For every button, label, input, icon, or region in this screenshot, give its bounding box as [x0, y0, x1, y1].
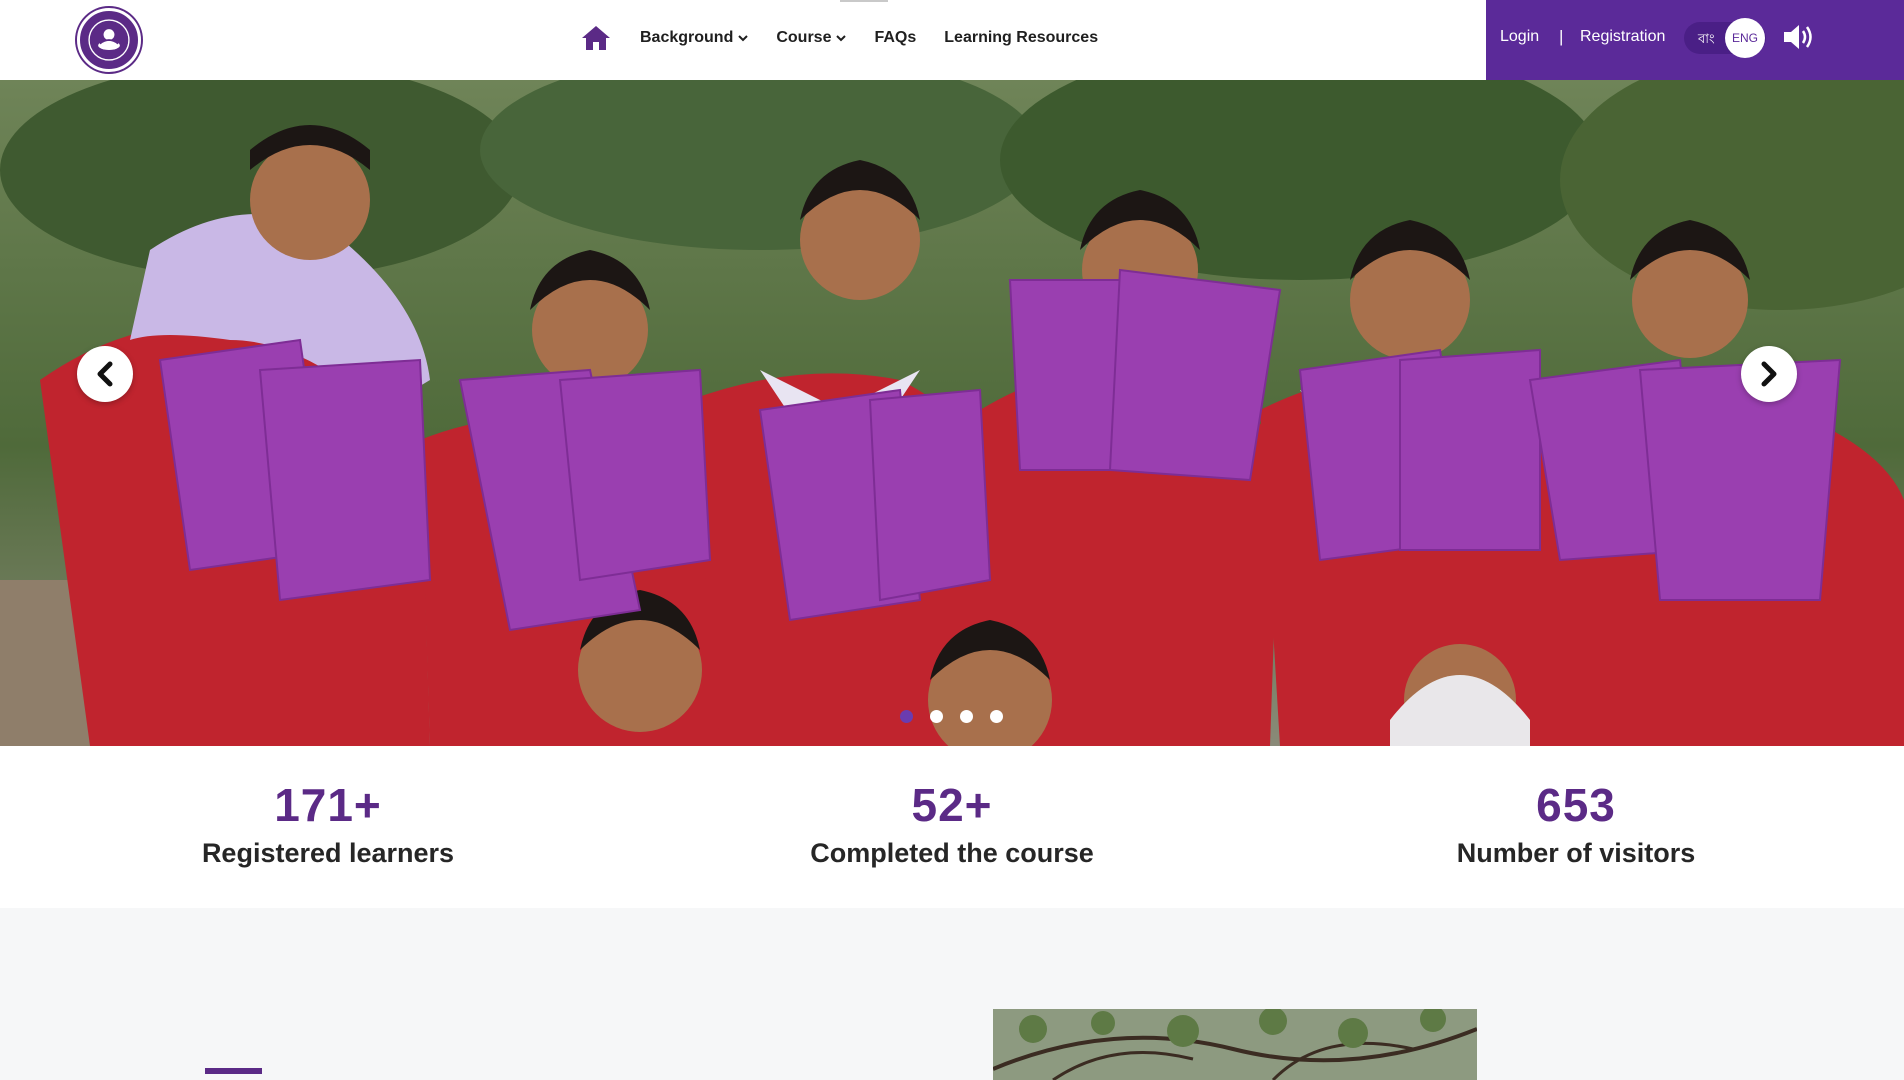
about-section: [0, 908, 1904, 1080]
nav-background[interactable]: Background: [640, 29, 749, 47]
stat-number-of-visitors: 653 Number of visitors: [1296, 746, 1856, 869]
home-link[interactable]: [578, 22, 614, 54]
logo-emblem-icon: [81, 12, 137, 68]
hero-photo: [0, 80, 1904, 746]
stat-label: Number of visitors: [1456, 838, 1696, 868]
main-nav: Background Course FAQs Learning Resource…: [578, 0, 1126, 76]
stat-label: Registered learners: [201, 838, 455, 868]
nav-learning-resources[interactable]: Learning Resources: [944, 29, 1098, 47]
nav-faqs[interactable]: FAQs: [874, 29, 916, 47]
login-link[interactable]: Login: [1500, 28, 1539, 46]
chevron-down-icon: [738, 34, 749, 41]
section-photo: [993, 1009, 1477, 1080]
stat-value: 52+: [911, 779, 993, 831]
hero-carousel: [0, 80, 1904, 746]
carousel-dot-3[interactable]: [960, 710, 973, 723]
nav-course-label: Course: [776, 29, 832, 46]
carousel-prev-button[interactable]: [77, 346, 133, 402]
carousel-next-button[interactable]: [1741, 346, 1797, 402]
speaker-icon: [1784, 25, 1812, 49]
carousel-dot-2[interactable]: [930, 710, 943, 723]
chevron-left-icon: [97, 361, 113, 387]
site-header: Background Course FAQs Learning Resource…: [0, 0, 1904, 80]
nav-course[interactable]: Course: [776, 29, 847, 47]
stats-strip: 171+ Registered learners 52+ Completed t…: [0, 746, 1904, 908]
nav-background-label: Background: [640, 29, 734, 46]
stat-registered-learners: 171+ Registered learners: [48, 746, 608, 869]
speaker-button[interactable]: [1782, 22, 1816, 52]
tree-photo: [993, 1009, 1477, 1080]
language-option-en[interactable]: ENG: [1725, 18, 1765, 58]
chevron-right-icon: [1761, 361, 1777, 387]
section-accent-bar: [205, 1068, 262, 1074]
home-icon: [582, 26, 610, 50]
chevron-down-icon: [836, 34, 847, 41]
stat-value: 653: [1536, 779, 1616, 831]
stat-label: Completed the course: [810, 838, 1094, 868]
auth-separator: |: [1559, 27, 1564, 46]
nav-learning-resources-label: Learning Resources: [944, 29, 1099, 46]
carousel-dot-4[interactable]: [990, 710, 1003, 723]
site-logo[interactable]: [77, 8, 141, 72]
nav-faqs-label: FAQs: [874, 29, 917, 46]
language-option-bn[interactable]: বাং: [1698, 30, 1715, 51]
carousel-indicators: [900, 710, 1020, 723]
stat-completed-course: 52+ Completed the course: [672, 746, 1232, 869]
carousel-dot-1[interactable]: [900, 710, 913, 723]
registration-link[interactable]: Registration: [1580, 28, 1665, 46]
stat-value: 171+: [274, 779, 382, 831]
